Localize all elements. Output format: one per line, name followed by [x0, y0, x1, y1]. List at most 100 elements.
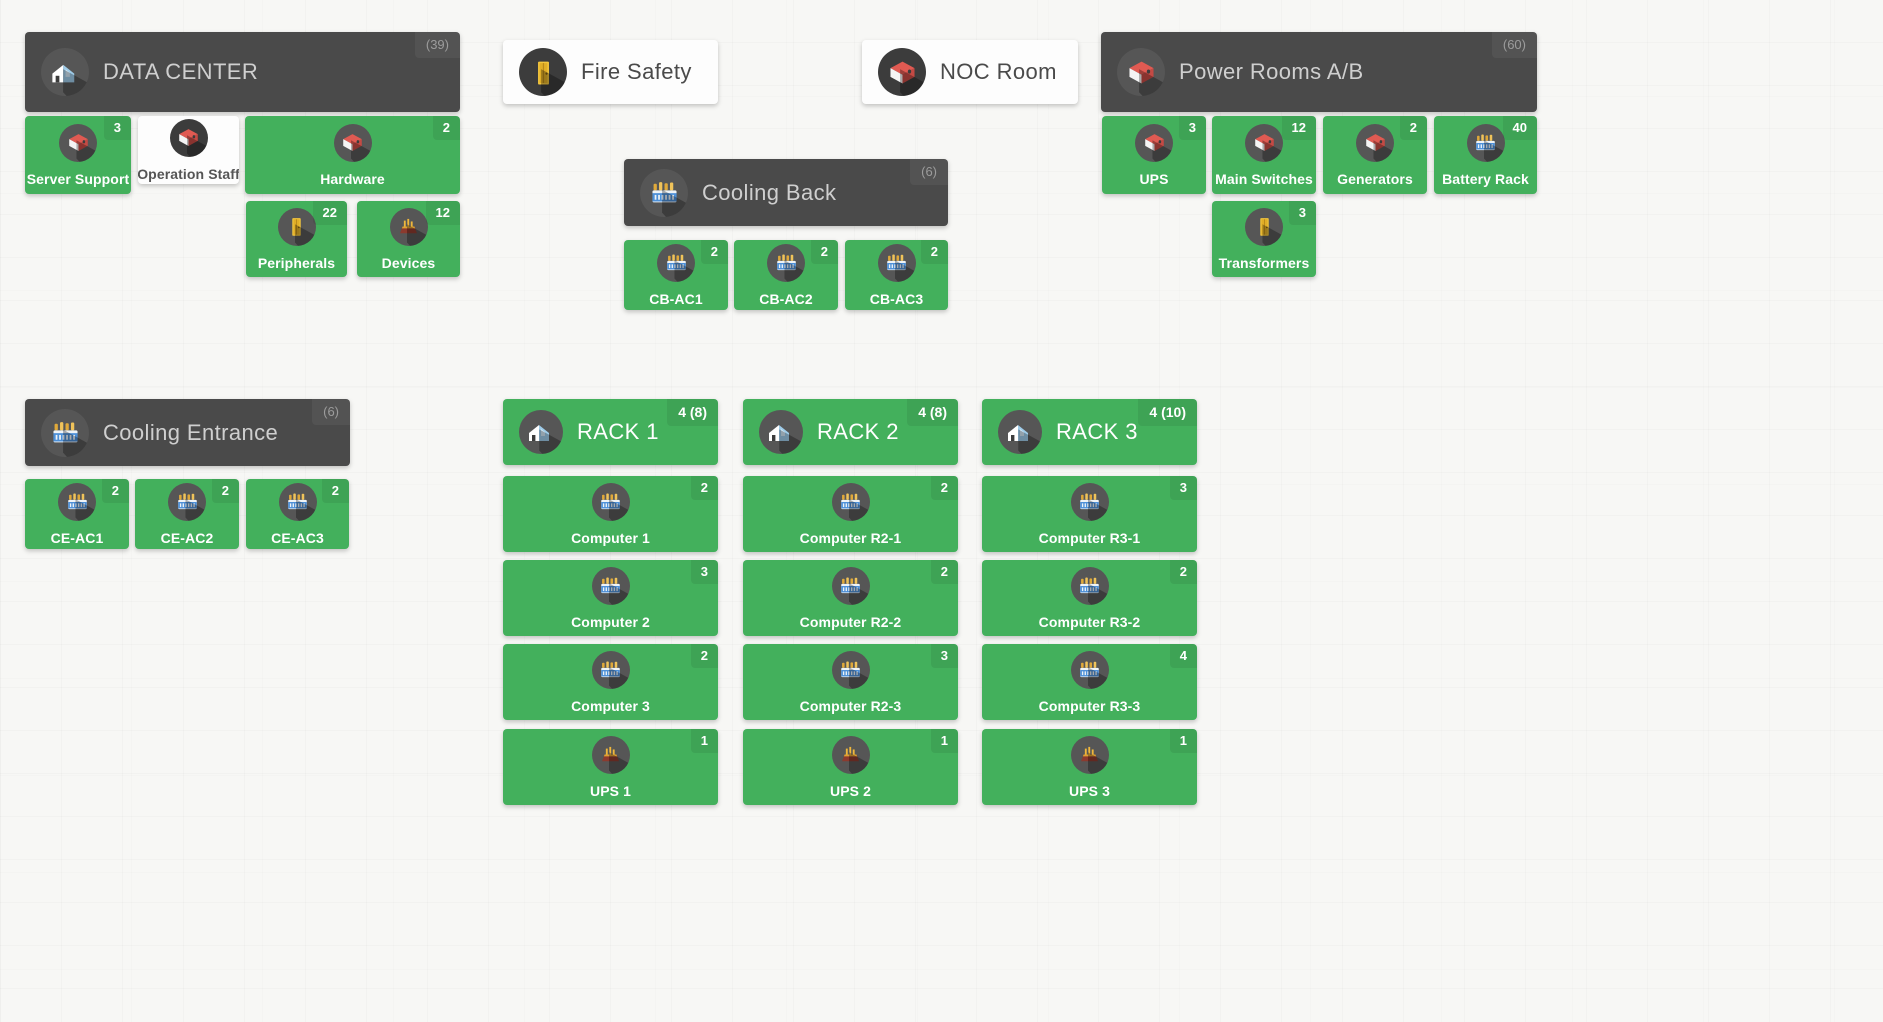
tile-ups-2[interactable]: UPS 2 1 [743, 729, 958, 805]
group-title: DATA CENTER [103, 59, 259, 84]
tile-generators[interactable]: Generators 2 [1323, 116, 1427, 194]
server-icon [1070, 566, 1109, 605]
group-header-rack-2[interactable]: RACK 2 4 (8) [743, 399, 958, 465]
tile-ups-3[interactable]: UPS 3 1 [982, 729, 1197, 805]
group-header-noc-room[interactable]: NOC Room [862, 40, 1078, 104]
group-count-badge: 4 (8) [907, 399, 958, 426]
tile-computer-r2-3[interactable]: Computer R2-3 3 [743, 644, 958, 720]
tile-battery-rack[interactable]: Battery Rack 40 [1434, 116, 1537, 194]
tile-count-badge: 2 [1399, 116, 1427, 140]
tile-count-badge: 2 [690, 476, 718, 500]
group-header-rack-1[interactable]: RACK 1 4 (8) [503, 399, 718, 465]
tile-label: CB-AC3 [869, 290, 924, 307]
tile-ups[interactable]: UPS 3 [1102, 116, 1206, 194]
server-icon [831, 566, 870, 605]
tile-ups-1[interactable]: UPS 1 1 [503, 729, 718, 805]
power-icon [591, 735, 630, 774]
tile-label: CB-AC1 [649, 290, 703, 307]
tile-computer-1[interactable]: Computer 1 2 [503, 476, 718, 552]
tile-count-badge: 2 [930, 560, 958, 584]
tile-count-badge: 1 [690, 729, 718, 753]
group-count-badge: (39) [414, 32, 460, 58]
tile-computer-3[interactable]: Computer 3 2 [503, 644, 718, 720]
group-title: Cooling Back [702, 179, 837, 205]
tile-count-badge: 22 [312, 201, 347, 225]
tile-label: Computer R2-3 [799, 697, 902, 714]
tile-computer-r3-1[interactable]: Computer R3-1 3 [982, 476, 1197, 552]
package-icon [1117, 48, 1165, 96]
tile-count-badge: 3 [690, 560, 718, 584]
door-icon [519, 48, 567, 96]
server-icon [877, 243, 916, 282]
tile-count-badge: 3 [103, 116, 131, 140]
tile-count-badge: 2 [810, 240, 838, 264]
group-title: RACK 3 [1056, 419, 1138, 444]
tile-server-support[interactable]: Server Support 3 [25, 116, 131, 194]
tile-ce-ac1[interactable]: CE-AC1 2 [25, 479, 129, 549]
tile-count-badge: 40 [1502, 116, 1537, 140]
tile-ce-ac2[interactable]: CE-AC2 2 [135, 479, 239, 549]
tile-peripherals[interactable]: Peripherals 22 [246, 201, 347, 277]
package-icon [59, 123, 97, 162]
group-header-rack-3[interactable]: RACK 34 (10) [982, 399, 1197, 465]
tile-label: Computer 1 [571, 529, 650, 546]
tile-computer-r3-2[interactable]: Computer R3-2 2 [982, 560, 1197, 636]
server-icon [1070, 482, 1109, 521]
tile-label: Main Switches [1215, 170, 1313, 187]
server-icon [591, 650, 630, 689]
group-header-cooling-entrance[interactable]: Cooling Entrance (6) [25, 399, 350, 466]
group-header-data-center[interactable]: DATA CENTER (39) [25, 32, 460, 112]
group-count-badge: 4 (10) [1138, 399, 1197, 426]
tile-computer-r2-2[interactable]: Computer R2-2 2 [743, 560, 958, 636]
group-title: NOC Room [940, 59, 1057, 84]
tile-label: Devices [381, 254, 436, 271]
tile-label: Computer R3-3 [1038, 697, 1141, 714]
tile-label: Computer 3 [571, 697, 650, 714]
building-icon [759, 410, 803, 454]
tile-cb-ac3[interactable]: CB-AC3 2 [845, 240, 948, 310]
server-icon [767, 243, 805, 282]
tile-count-badge: 1 [1169, 729, 1197, 753]
tile-computer-2[interactable]: Computer 2 3 [503, 560, 718, 636]
tile-label: Operation Staff [138, 165, 239, 182]
tile-transformers[interactable]: Transformers 3 [1212, 201, 1316, 277]
tile-label: CE-AC1 [50, 529, 104, 546]
tile-count-badge: 3 [1288, 201, 1316, 225]
tile-cb-ac2[interactable]: CB-AC2 2 [734, 240, 838, 310]
group-header-power-rooms[interactable]: Power Rooms A/B (60) [1101, 32, 1537, 112]
group-title: Cooling Entrance [103, 419, 279, 445]
tile-cb-ac1[interactable]: CB-AC1 2 [624, 240, 728, 310]
group-header-cooling-back[interactable]: Cooling Back (6) [624, 159, 948, 226]
dashboard-canvas: DATA CENTER (39) Server Support 3 Operatio… [0, 0, 1883, 1022]
tile-ce-ac3[interactable]: CE-AC3 2 [246, 479, 349, 549]
power-icon [389, 207, 428, 246]
server-icon [168, 482, 206, 521]
server-icon [591, 566, 630, 605]
tile-computer-r3-3[interactable]: Computer R3-3 4 [982, 644, 1197, 720]
tile-label: Computer R2-1 [799, 529, 902, 546]
group-count-badge: (6) [312, 399, 350, 425]
group-count-badge: (60) [1491, 32, 1537, 58]
tile-count-badge: 12 [1281, 116, 1316, 140]
server-icon [1466, 123, 1505, 162]
server-icon [657, 243, 695, 282]
server-icon [41, 408, 89, 457]
tile-hardware[interactable]: Hardware 2 [245, 116, 460, 194]
package-icon [169, 118, 208, 157]
tile-computer-r2-1[interactable]: Computer R2-1 2 [743, 476, 958, 552]
tile-label: Peripherals [257, 254, 336, 271]
server-icon [831, 650, 870, 689]
tile-count-badge: 12 [425, 201, 460, 225]
tile-devices[interactable]: Devices 12 [357, 201, 460, 277]
tile-count-badge: 4 [1169, 644, 1197, 668]
tile-label: CE-AC3 [271, 529, 324, 546]
tile-count-badge: 2 [920, 240, 948, 264]
group-title: RACK 2 [817, 419, 899, 444]
tile-label: Computer R2-2 [799, 613, 902, 630]
tile-operation-staff[interactable]: Operation Staff [138, 116, 239, 184]
tile-count-badge: 2 [321, 479, 349, 503]
server-icon [278, 482, 317, 521]
tile-main-switches[interactable]: Main Switches 12 [1212, 116, 1316, 194]
group-header-fire-safety[interactable]: Fire Safety [503, 40, 718, 104]
tile-count-badge: 2 [700, 240, 728, 264]
